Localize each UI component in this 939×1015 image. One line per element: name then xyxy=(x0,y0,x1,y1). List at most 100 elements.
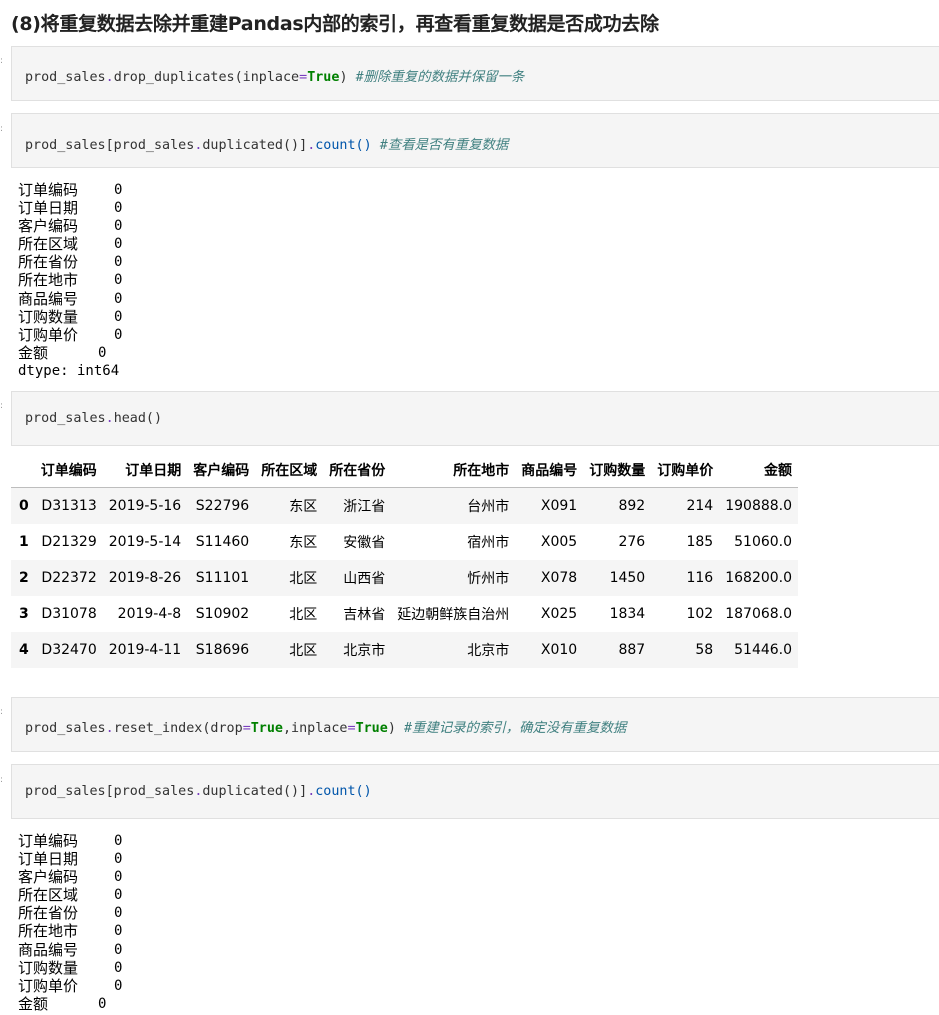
table-cell: 51446.0 xyxy=(734,642,793,658)
series-value: 0 xyxy=(114,272,123,289)
code-token: duplicated()] xyxy=(202,138,308,153)
series-value: 0 xyxy=(114,218,123,235)
series-index-label: 所在地市 xyxy=(18,271,79,290)
table-row: 1 D21329 2019-5-14 S11460 东区 安徽省 宿州市 X005 276 185… xyxy=(11,524,798,560)
code-cell-duplicated-count-2[interactable]: prod_sales[prod_sales.duplicated()].coun… xyxy=(11,764,939,819)
table-cell: D31313 xyxy=(41,498,97,514)
row-index: 4 xyxy=(19,642,29,658)
code-cell-duplicated-count[interactable]: prod_sales[prod_sales.duplicated()].coun… xyxy=(11,113,939,168)
table-cell: 116 xyxy=(686,570,714,586)
code-cell-drop-duplicates[interactable]: prod_sales.drop_duplicates(inplace=True)… xyxy=(11,46,939,101)
code-token: . xyxy=(105,721,114,736)
table-row: 0 D31313 2019-5-16 S22796 东区 浙江省 台州市 X091 892 214… xyxy=(11,487,799,524)
code-line[interactable]: prod_sales.drop_duplicates(inplace=True)… xyxy=(25,65,524,85)
column-header: 商品编号 xyxy=(515,453,584,488)
output-series-row: 订购单价 0 xyxy=(18,326,122,344)
code-cell-reset-index[interactable]: prod_sales.reset_index(drop=True,inplace… xyxy=(11,697,939,752)
series-value: 0 xyxy=(114,326,123,343)
table-cell: X005 xyxy=(540,534,578,550)
output-series-row: 订购数量 0 xyxy=(18,308,122,326)
cell-output-series: 订单编码 0 订单日期 0 客户编码 0 所在区域 0 所在省份 0 所在地市 0 商品编号 0 订购数量 0… xyxy=(18,181,122,380)
code-cell-head[interactable]: prod_sales.head() xyxy=(11,391,939,446)
output-series-row: 客户编码 0 xyxy=(18,217,122,235)
code-line[interactable]: prod_sales[prod_sales.duplicated()].coun… xyxy=(25,784,372,799)
series-index-label: 订购数量 xyxy=(18,307,79,326)
column-header: 订购单价 xyxy=(651,453,720,488)
code-token: head() xyxy=(113,411,163,426)
output-series-row: 订单日期 0 xyxy=(18,199,122,217)
table-cell: X025 xyxy=(540,606,578,622)
series-index-label: 金额 xyxy=(18,994,49,1013)
series-index-label: 商品编号 xyxy=(18,289,79,308)
table-cell: 185 xyxy=(686,534,714,550)
table-cell: 2019-5-16 xyxy=(108,498,182,514)
table-cell: 190888.0 xyxy=(725,498,793,514)
column-header: 所在省份 xyxy=(323,453,392,488)
code-token: prod_sales xyxy=(25,70,106,85)
series-index-label: 订单日期 xyxy=(18,199,79,218)
table-cell: S18696 xyxy=(195,642,250,658)
series-value: 0 xyxy=(114,182,123,198)
code-token: prod_sales[prod_sales xyxy=(25,138,195,153)
cell-gutter-marker: : xyxy=(0,707,4,717)
cell-output-series: 订单编码 0 订单日期 0 客户编码 0 所在区域 0 所在省份 0 所在地市 0 商品编号 0 订购数量 0… xyxy=(18,832,122,1013)
output-series-row: 金额 0 xyxy=(18,344,122,362)
series-value: 0 xyxy=(114,833,123,849)
table-cell: S11460 xyxy=(195,534,250,550)
table-cell: 2019-8-26 xyxy=(108,570,182,586)
table-row: 3 D31078 2019-4-8 S10902 北区 吉林省 延边朝鲜族自治州 X025 18… xyxy=(11,596,798,632)
series-index-label: 所在地市 xyxy=(18,922,79,941)
output-series-row: 所在省份 0 xyxy=(18,253,122,271)
table-cell: 安徽省 xyxy=(343,535,386,551)
code-line[interactable]: prod_sales.reset_index(drop=True,inplace… xyxy=(25,716,626,736)
output-series-row: 所在区域 0 xyxy=(18,235,122,253)
code-keyword: True xyxy=(307,70,340,85)
code-token: = xyxy=(299,70,308,85)
table-cell: D22372 xyxy=(41,570,97,586)
series-index-label: 订单编码 xyxy=(18,181,79,199)
table-cell: D21329 xyxy=(41,534,97,550)
row-index: 3 xyxy=(19,606,29,622)
table-cell: 宿州市 xyxy=(467,535,510,551)
table-cell: X010 xyxy=(540,642,578,658)
series-index-label: 商品编号 xyxy=(18,940,79,959)
column-header: 金额 xyxy=(719,453,799,488)
code-keyword: True xyxy=(355,721,388,736)
series-value: 0 xyxy=(114,923,123,940)
output-series-row: 订单日期 0 xyxy=(18,850,122,868)
column-header: 订单编码 xyxy=(34,453,103,488)
series-index-label: 金额 xyxy=(18,343,49,362)
series-dtype: dtype: int64 xyxy=(18,362,120,379)
series-index-label: 订单日期 xyxy=(18,850,79,869)
series-index-label: 所在省份 xyxy=(18,253,79,272)
series-value: 0 xyxy=(114,905,123,922)
row-index: 2 xyxy=(19,570,29,586)
row-index: 1 xyxy=(19,534,29,550)
series-index-label: 所在省份 xyxy=(18,904,79,923)
code-token: = xyxy=(347,721,356,736)
code-line[interactable]: prod_sales[prod_sales.duplicated()].coun… xyxy=(25,133,508,153)
table-cell: 2019-4-8 xyxy=(117,606,182,622)
output-series-row: 所在地市 0 xyxy=(18,922,122,940)
column-header: 所在区域 xyxy=(255,453,324,488)
table-cell: 892 xyxy=(618,498,646,514)
cell-gutter-marker: : xyxy=(0,56,4,66)
column-header: 订购数量 xyxy=(583,453,652,488)
series-value: 0 xyxy=(114,236,123,253)
output-series-row: 订单编码 0 xyxy=(18,832,122,850)
table-cell: X078 xyxy=(540,570,578,586)
code-token: duplicated()] xyxy=(202,784,308,799)
code-token: ,inplace xyxy=(283,721,348,736)
table-cell: D31078 xyxy=(41,606,97,622)
table-cell: 东区 xyxy=(289,499,318,515)
table-cell: S22796 xyxy=(195,498,250,514)
code-comment: #重建记录的索引，确定没有重复数据 xyxy=(403,721,627,736)
code-line[interactable]: prod_sales.head() xyxy=(25,411,162,426)
code-token: prod_sales[prod_sales xyxy=(25,784,195,799)
table-cell: 887 xyxy=(618,642,646,658)
series-value: 0 xyxy=(98,995,107,1012)
dataframe-table: 订单编码 订单日期 客户编码 所在区域 所在省份 所在地市 商品编号 订购数量 订购单价 金额 0… xyxy=(11,453,799,668)
code-comment: #删除重复的数据并保留一条 xyxy=(355,70,525,85)
column-header: 客户编码 xyxy=(187,453,256,488)
table-cell: X091 xyxy=(540,498,578,514)
